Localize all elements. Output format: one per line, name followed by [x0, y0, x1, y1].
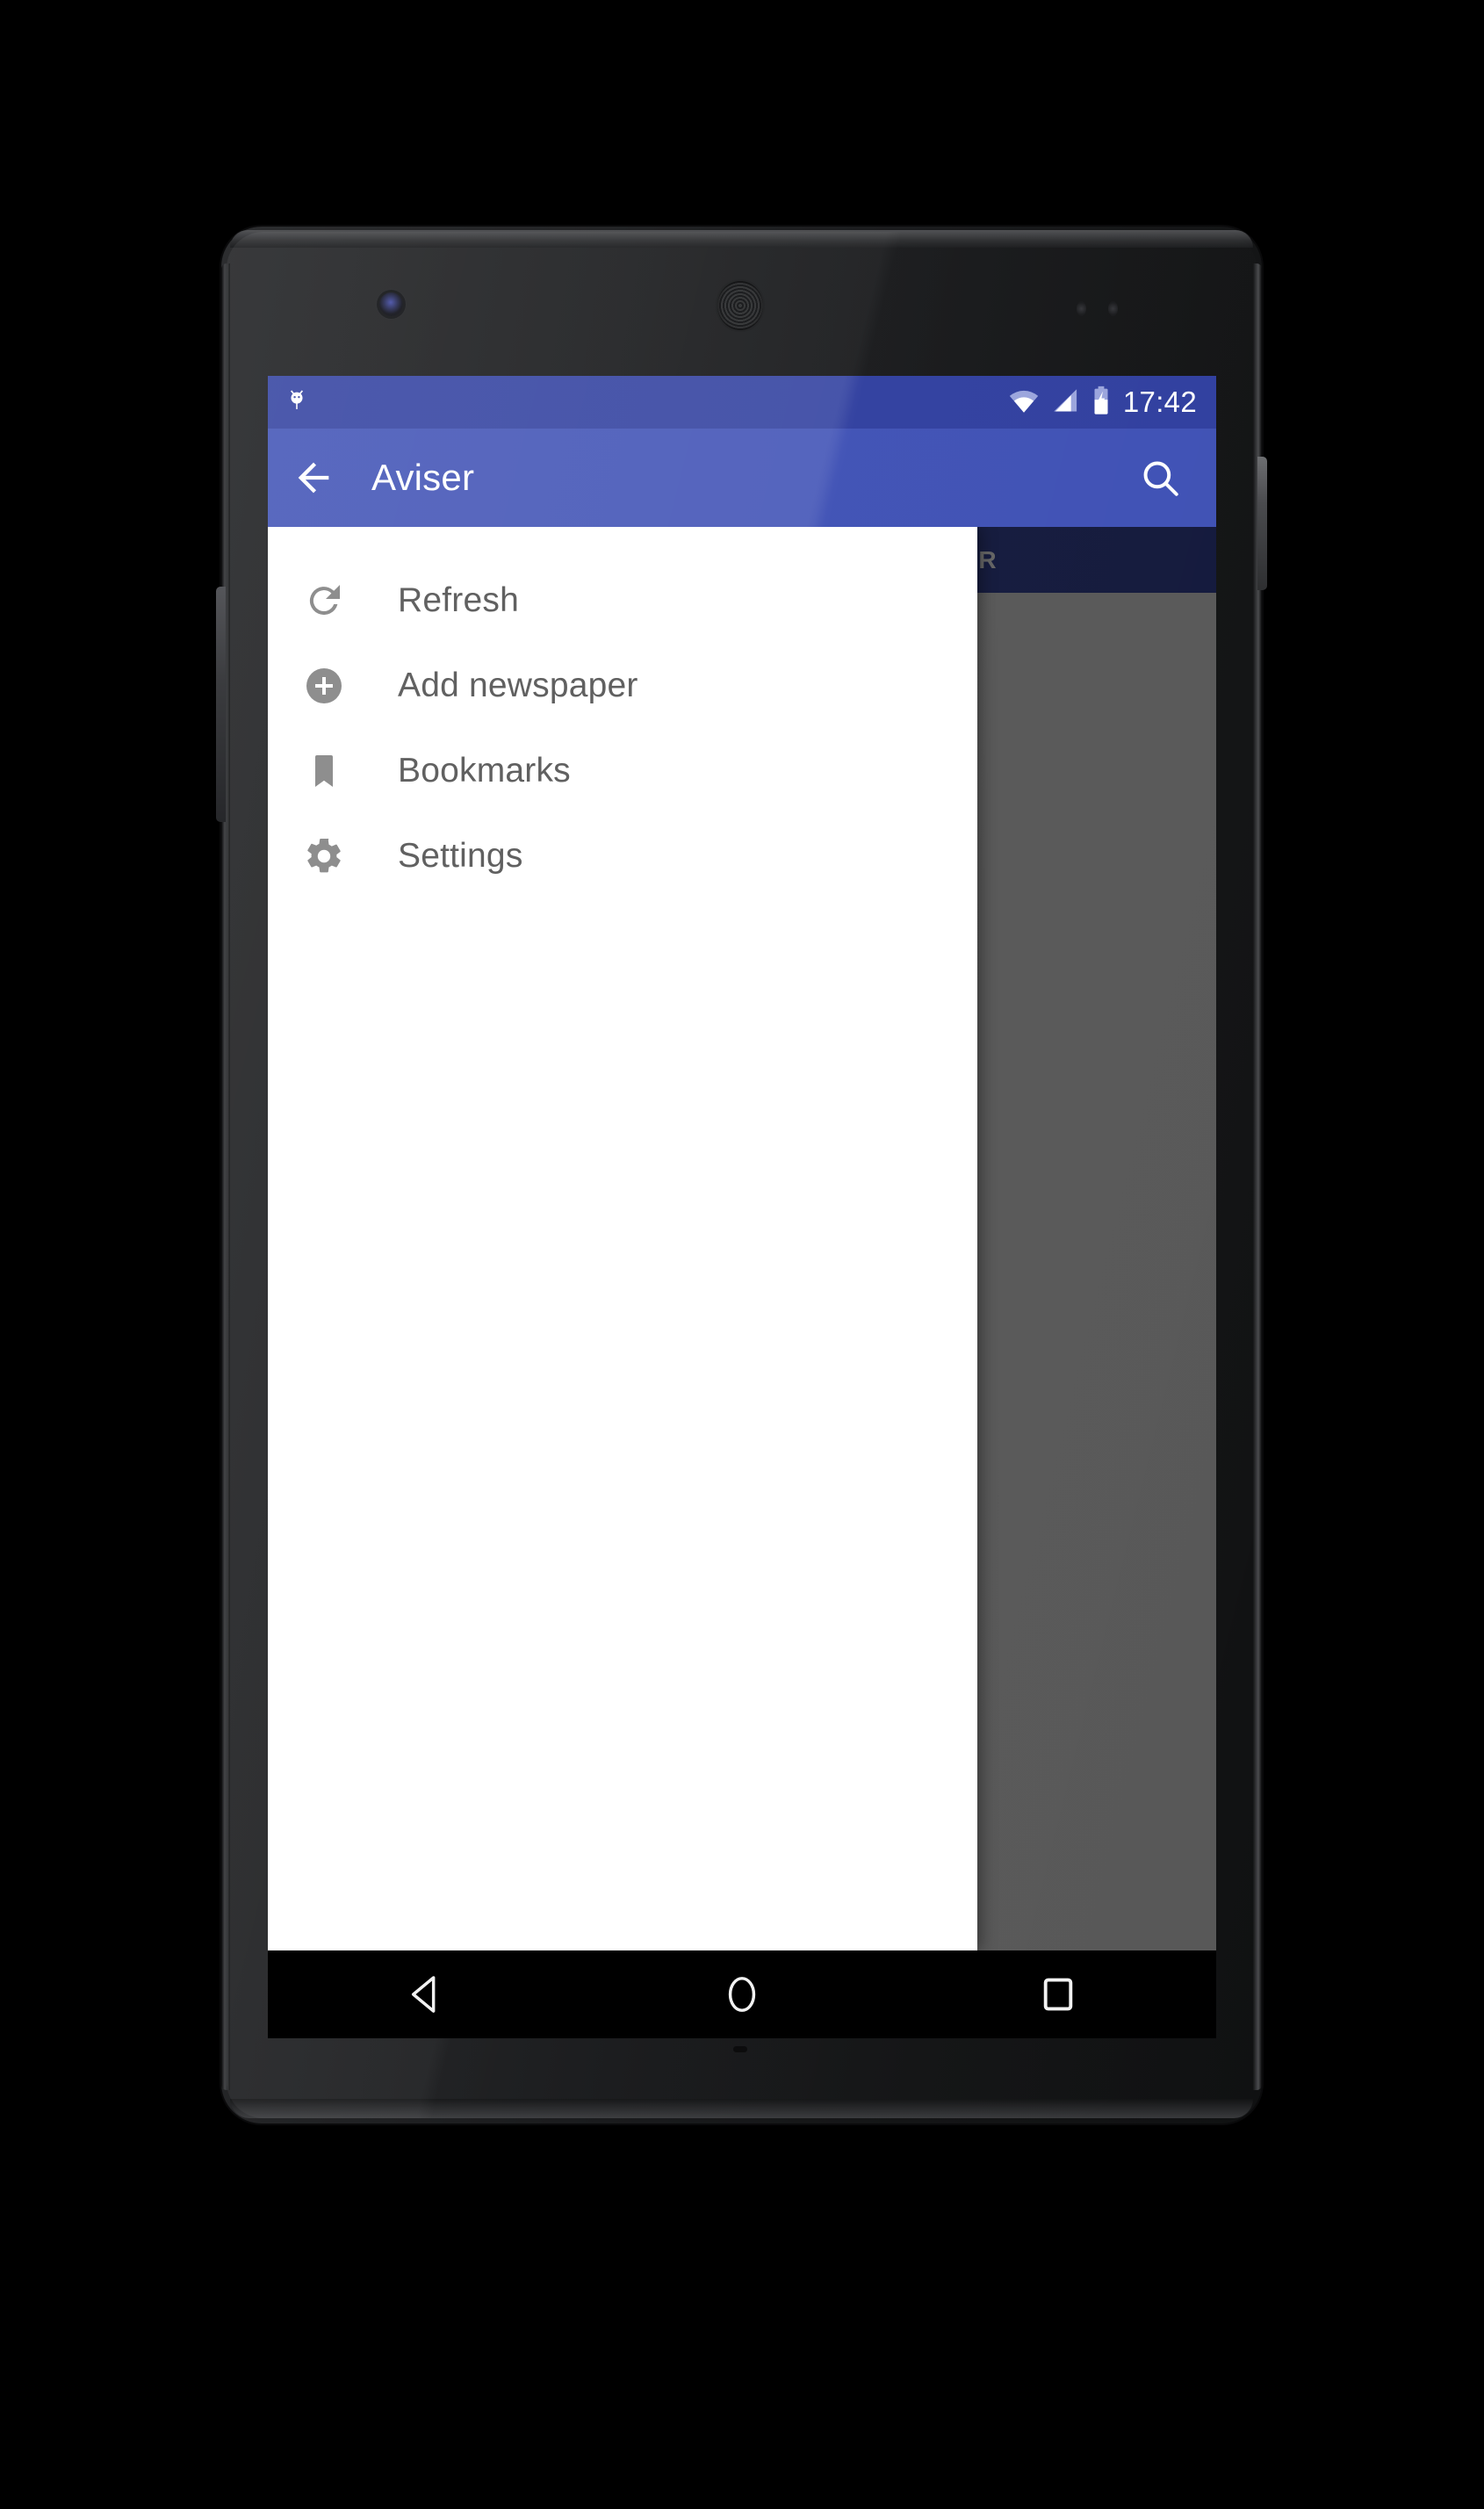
volume-rocker[interactable]	[216, 587, 226, 822]
nav-home-icon[interactable]	[694, 1950, 790, 2038]
drawer-item-settings[interactable]: Settings	[268, 813, 977, 898]
drawer-item-label: Bookmarks	[398, 751, 571, 789]
microphone-hole	[733, 2046, 747, 2052]
drawer-item-label: Add newspaper	[398, 666, 638, 704]
status-bar-system-icons: 17:42	[1008, 386, 1216, 420]
drawer-item-label: Refresh	[398, 580, 519, 619]
wifi-icon	[1008, 387, 1040, 418]
phone-screen: RITTER Refresh	[268, 376, 1216, 1950]
refresh-icon	[299, 576, 349, 625]
bookmark-icon	[299, 746, 349, 796]
earpiece-speaker	[717, 281, 763, 330]
phone-rim-top	[230, 230, 1253, 248]
phone-edge-left	[221, 263, 230, 2090]
drawer-item-refresh[interactable]: Refresh	[268, 558, 977, 643]
front-camera	[379, 292, 403, 316]
cellular-signal-icon	[1051, 387, 1079, 418]
status-bar-notifications	[268, 386, 312, 420]
power-button[interactable]	[1257, 457, 1267, 590]
drawer-menu-list: Refresh Add newspaper Bookmarks Settings	[268, 527, 977, 898]
drawer-item-label: Settings	[398, 836, 523, 875]
drawer-item-bookmarks[interactable]: Bookmarks	[268, 728, 977, 813]
page-title: Aviser	[371, 457, 475, 498]
battery-charging-icon	[1091, 386, 1112, 420]
arrow-back-icon[interactable]	[289, 453, 338, 502]
add-circle-icon	[299, 661, 349, 710]
android-bug-icon	[282, 386, 312, 420]
nav-recents-icon[interactable]	[1010, 1950, 1106, 2038]
app-bar: Aviser	[268, 429, 1216, 527]
settings-gear-icon	[299, 832, 349, 881]
search-icon[interactable]	[1135, 453, 1185, 502]
light-sensor	[1108, 301, 1118, 316]
status-bar: 17:42	[268, 376, 1216, 429]
screenshot-stage: RITTER Refresh	[0, 0, 1484, 2509]
proximity-sensor	[1077, 301, 1086, 316]
status-bar-clock: 17:42	[1122, 386, 1197, 418]
system-navigation-bar	[268, 1950, 1216, 2038]
phone-rim-bottom	[230, 2099, 1253, 2118]
drawer-item-add-newspaper[interactable]: Add newspaper	[268, 643, 977, 728]
navigation-drawer: Refresh Add newspaper Bookmarks Settings	[268, 527, 977, 1950]
nav-back-icon[interactable]	[378, 1950, 474, 2038]
